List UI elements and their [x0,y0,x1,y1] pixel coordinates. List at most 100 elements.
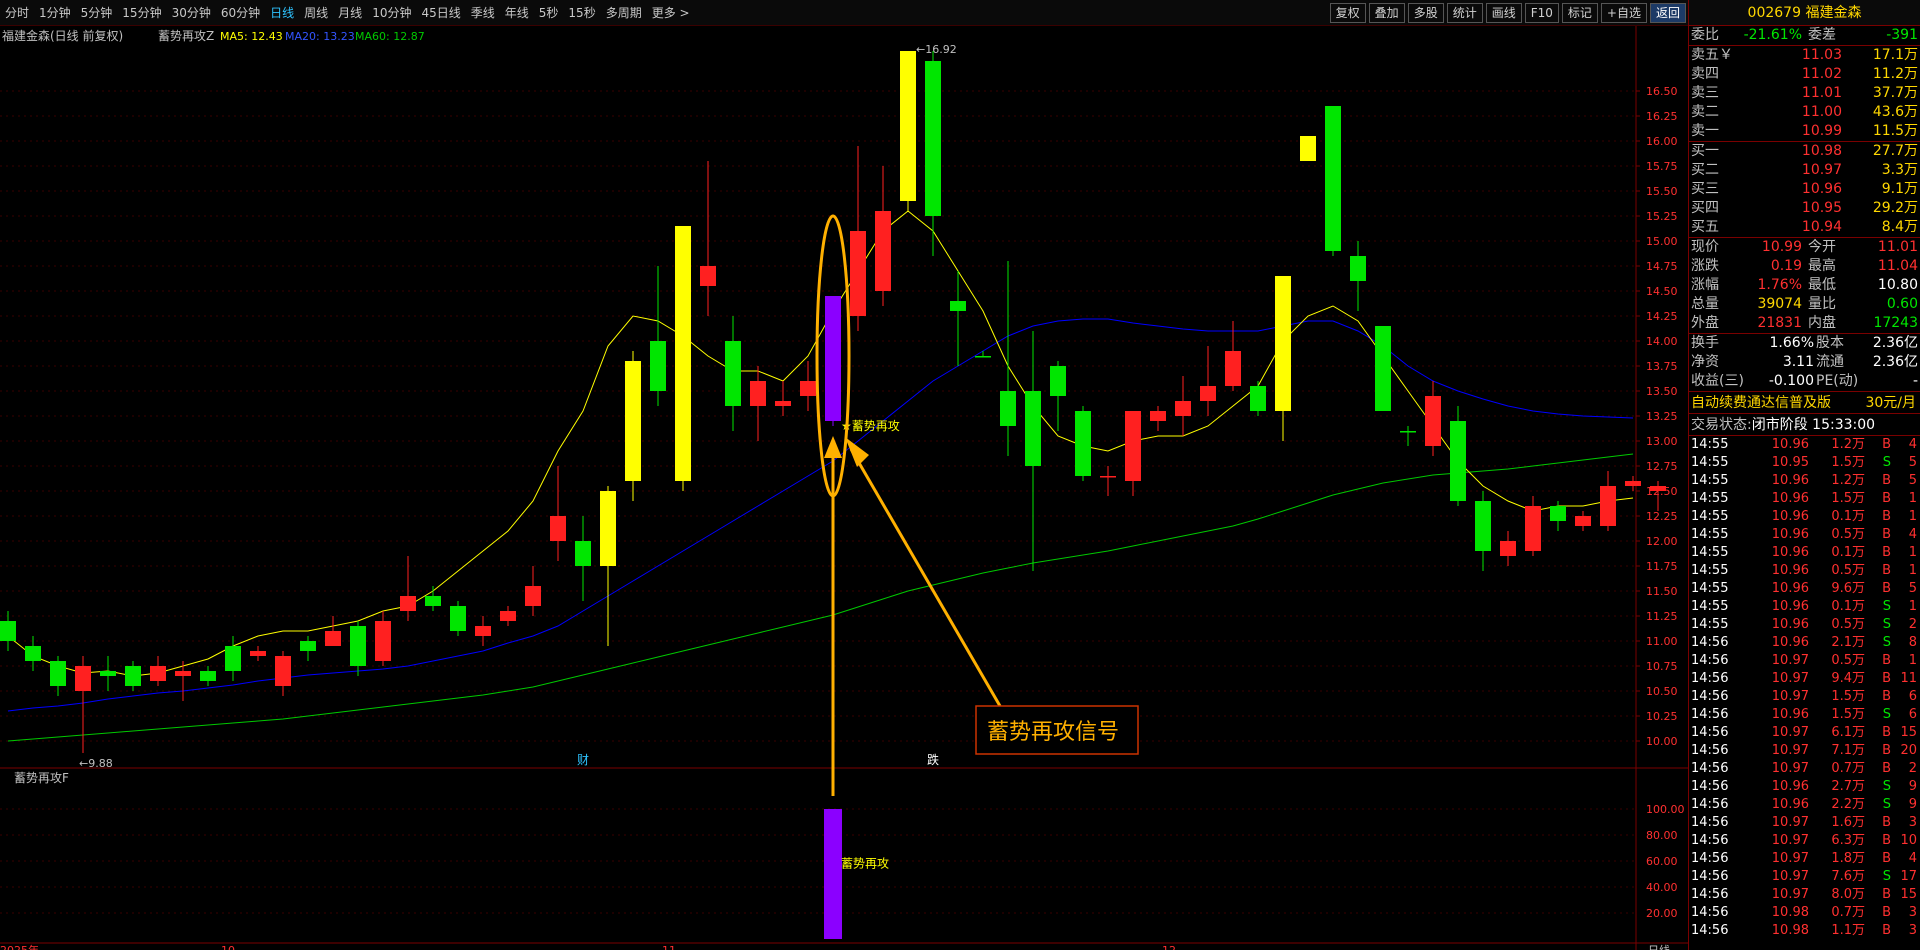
candle[interactable] [1525,496,1541,556]
candle[interactable] [900,51,916,211]
candle[interactable] [1600,471,1616,531]
candle[interactable] [1475,491,1491,571]
period-tab-14[interactable]: 15秒 [563,0,600,26]
trade-count: 3 [1908,923,1917,938]
candle[interactable] [850,146,866,331]
tool-button-4[interactable]: 画线 [1485,3,1522,23]
kline-chart[interactable]: 福建金森(日线 前复权) 蓄势再攻Z MA5: 12.43 MA20: 13.23 MA… [0,26,1688,950]
y-tick-label: 10.25 [1646,710,1678,723]
candle[interactable] [1350,241,1366,311]
candle[interactable] [250,646,266,661]
candle[interactable] [1000,261,1016,456]
candle[interactable] [1425,381,1441,456]
candle[interactable] [1025,331,1041,571]
candle[interactable] [1325,106,1341,256]
candle[interactable] [525,566,541,616]
candle[interactable] [1050,361,1066,431]
trade-price: 10.97 [1771,869,1809,884]
candle-body [1200,386,1216,401]
candle[interactable] [1125,411,1141,496]
candle[interactable] [825,296,841,426]
candle[interactable] [725,316,741,431]
period-tab-7[interactable]: 周线 [299,0,333,26]
period-tab-13[interactable]: 5秒 [534,0,564,26]
candle[interactable] [700,161,716,316]
candle[interactable] [800,361,816,411]
candle[interactable] [50,656,66,696]
tool-button-3[interactable]: 统计 [1446,3,1483,23]
period-tab-3[interactable]: 15分钟 [117,0,166,26]
candle[interactable] [75,656,91,753]
candle[interactable] [350,621,366,676]
period-tab-9[interactable]: 10分钟 [367,0,416,26]
period-tab-4[interactable]: 30分钟 [167,0,216,26]
candle[interactable] [375,611,391,666]
period-tab-1[interactable]: 1分钟 [34,0,76,26]
candle[interactable] [225,636,241,681]
candle[interactable] [1575,511,1591,531]
candle[interactable] [500,606,516,626]
candle[interactable] [100,656,116,691]
period-tab-12[interactable]: 年线 [500,0,534,26]
period-tab-15[interactable]: 多周期 [601,0,647,26]
candle[interactable] [600,486,616,646]
sell-row-1: 卖四 11.02 11.2万 [1689,65,1920,84]
period-tab-16[interactable]: 更多 > [647,0,695,26]
candle[interactable] [425,586,441,611]
candle[interactable] [550,466,566,561]
candle[interactable] [950,271,966,366]
candle[interactable] [175,661,191,701]
candle[interactable] [650,266,666,406]
trade-count: 11 [1900,671,1917,686]
tool-button-8[interactable]: 返回 [1649,3,1686,23]
candle[interactable] [1625,476,1641,491]
kline-chart-area[interactable]: 福建金森(日线 前复权) 蓄势再攻Z MA5: 12.43 MA20: 13.23 MA… [0,26,1688,950]
period-tab-11[interactable]: 季线 [466,0,500,26]
candle[interactable] [1375,326,1391,411]
candle[interactable] [200,666,216,686]
tool-button-5[interactable]: F10 [1524,3,1559,23]
period-tab-6[interactable]: 日线 [265,0,299,26]
candle[interactable] [1275,276,1291,441]
candle[interactable] [1500,531,1516,566]
tool-button-6[interactable]: 标记 [1561,3,1598,23]
candle[interactable] [625,351,641,501]
candle[interactable] [1075,406,1091,481]
candle[interactable] [675,226,691,491]
candle[interactable] [300,636,316,661]
subscription-banner[interactable]: 自动续费通达信普及版 30元/月 [1689,391,1920,413]
candle[interactable] [1250,381,1266,416]
candle[interactable] [1100,466,1116,496]
tool-button-7[interactable]: +自选 [1600,3,1647,23]
candle[interactable] [575,516,591,601]
tool-button-2[interactable]: 多股 [1407,3,1444,23]
tick-trades[interactable]: 14:55 10.96 1.2万 B 4 14:55 10.95 1.5万 S 5 14:55 10.… [1689,435,1920,940]
candle[interactable] [0,611,16,651]
candle[interactable] [1300,136,1316,161]
candle[interactable] [475,616,491,646]
candle[interactable] [1450,406,1466,506]
tool-button-1[interactable]: 叠加 [1368,3,1405,23]
candle[interactable] [875,166,891,306]
candle[interactable] [450,601,466,636]
buy-volume: 9.1万 [1881,181,1918,197]
period-tab-0[interactable]: 分时 [0,0,34,26]
period-tab-10[interactable]: 45日线 [416,0,465,26]
period-tab-2[interactable]: 5分钟 [76,0,118,26]
candle[interactable] [775,381,791,416]
candle[interactable] [1175,376,1191,436]
candle[interactable] [25,636,41,671]
candle[interactable] [1200,346,1216,416]
candle[interactable] [275,651,291,696]
trade-row: 14:56 10.96 2.2万 S 9 [1689,796,1920,814]
tool-button-0[interactable]: 复权 [1329,3,1366,23]
period-tab-5[interactable]: 60分钟 [216,0,265,26]
candle[interactable] [325,616,341,646]
candle[interactable] [925,51,941,256]
period-tab-8[interactable]: 月线 [333,0,367,26]
candle[interactable] [150,656,166,686]
candle[interactable] [750,366,766,441]
y-tick-label: 11.00 [1646,635,1678,648]
candle[interactable] [1150,406,1166,431]
candle[interactable] [1400,426,1416,446]
